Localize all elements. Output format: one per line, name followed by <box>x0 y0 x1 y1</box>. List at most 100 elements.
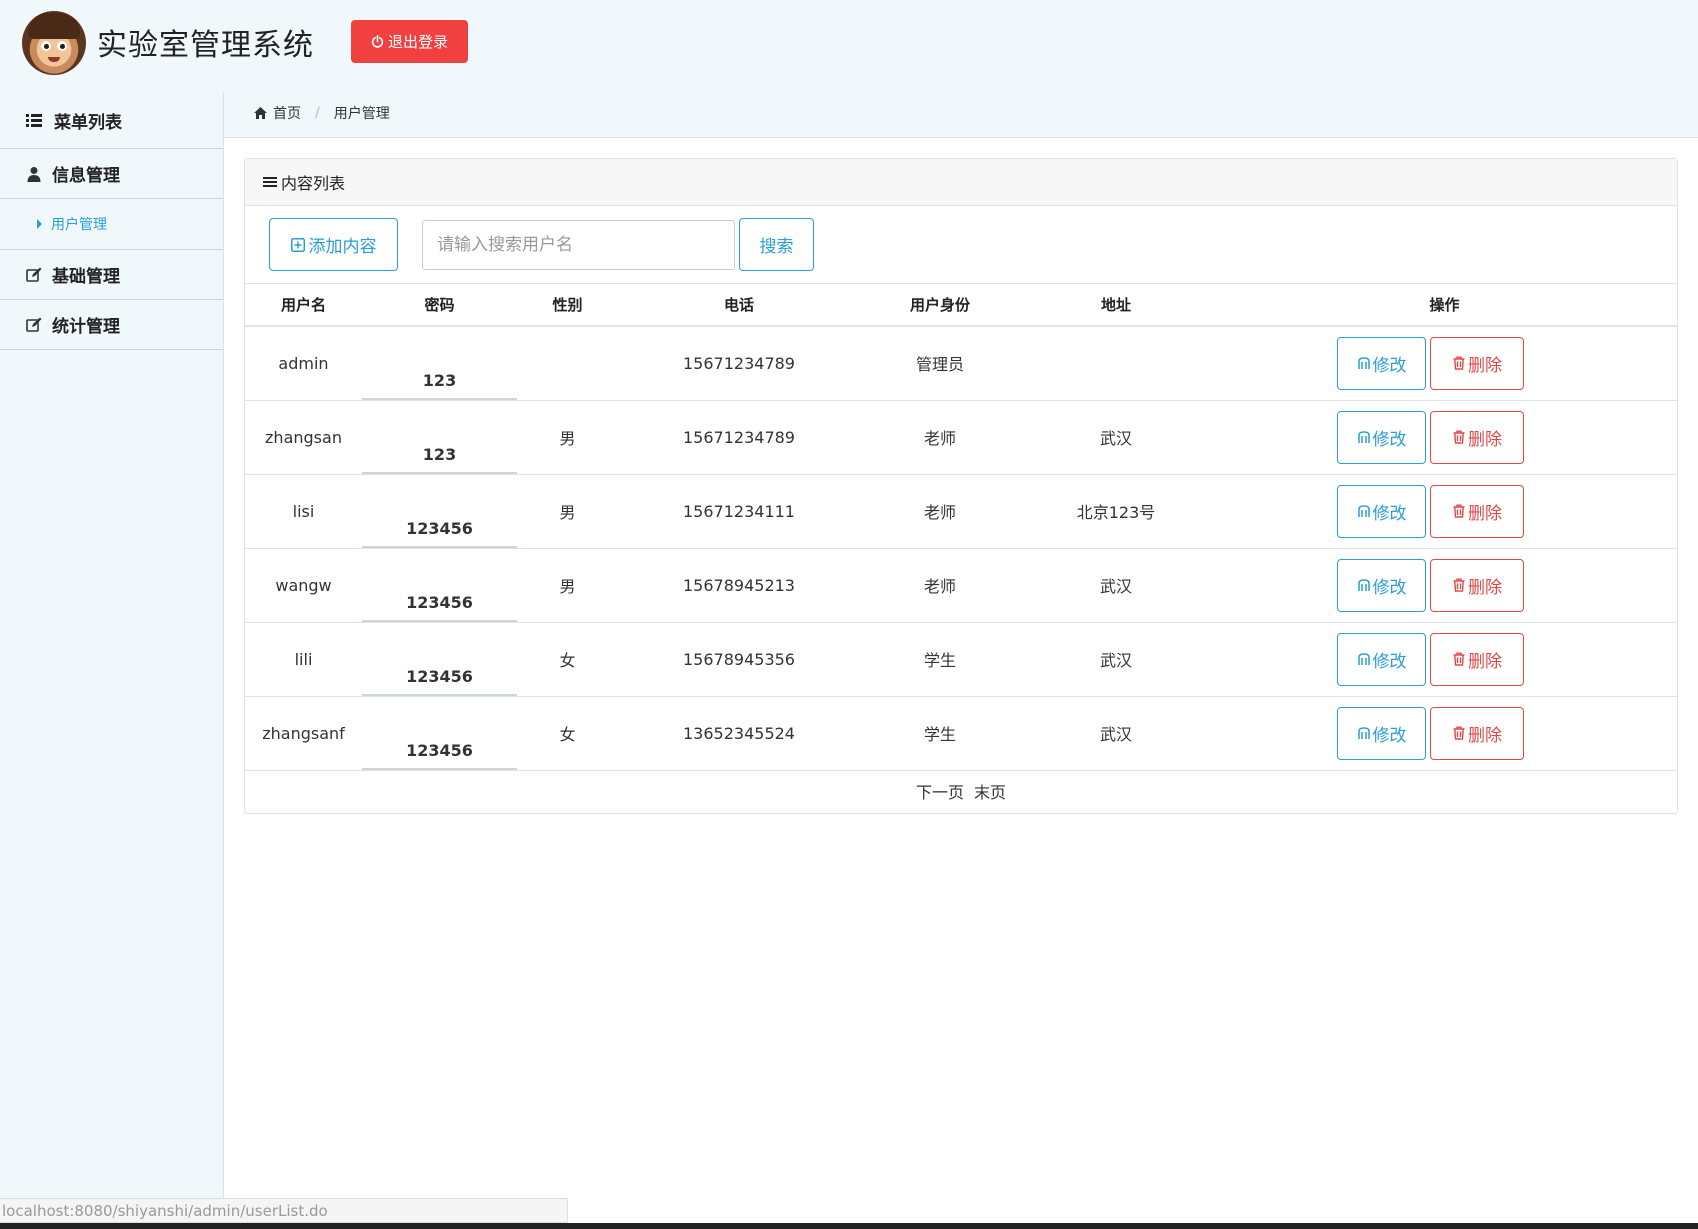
edit-button[interactable]: 修改 <box>1337 632 1426 686</box>
user-table: 用户名 密码 性别 电话 用户身份 地址 操作 admin 123 15671234… <box>245 284 1677 771</box>
window-bottom-edge <box>0 1223 1698 1229</box>
cell-phone: 15678945356 <box>618 622 860 697</box>
sidebar-item-label: 用户管理 <box>51 217 107 233</box>
cell-gender <box>517 326 618 401</box>
cell-address: 武汉 <box>1020 696 1212 771</box>
edit-icon <box>26 317 42 332</box>
cell-actions: 修改 删除 <box>1212 696 1677 771</box>
trash-icon <box>1453 578 1465 592</box>
edit-icon <box>1357 431 1370 443</box>
edit-icon <box>26 267 42 282</box>
column-header: 性别 <box>517 284 618 327</box>
sidebar-header-label: 菜单列表 <box>54 112 122 133</box>
column-header: 电话 <box>618 284 860 327</box>
breadcrumb-current: 用户管理 <box>333 106 390 122</box>
avatar <box>22 11 86 75</box>
caret-right-icon <box>37 219 42 229</box>
table-row: lisi 123456 男 15671234111 老师 北京123号 修改 删除 <box>245 474 1677 549</box>
edit-label: 修改 <box>1372 651 1407 672</box>
edit-button[interactable]: 修改 <box>1337 410 1426 464</box>
user-icon <box>27 166 41 182</box>
cell-username: zhangsanf <box>245 696 362 771</box>
sidebar-item-label: 信息管理 <box>52 166 120 186</box>
breadcrumb: 首页 / 用户管理 <box>254 103 390 123</box>
breadcrumb-home[interactable]: 首页 <box>273 103 301 123</box>
edit-label: 修改 <box>1372 503 1407 524</box>
sidebar-item-basic[interactable]: 基础管理 <box>0 250 223 300</box>
last-page-link[interactable]: 末页 <box>974 779 1006 803</box>
cell-gender: 男 <box>517 400 618 475</box>
edit-label: 修改 <box>1372 355 1407 376</box>
main-content: 内容列表 添加内容 搜索 用户名 密码 <box>224 137 1698 1229</box>
delete-label: 删除 <box>1468 503 1502 524</box>
table-row: lili 123456 女 15678945356 学生 武汉 修改 删除 <box>245 622 1677 697</box>
edit-label: 修改 <box>1372 429 1407 450</box>
table-row: admin 123 15671234789 管理员 修改 删除 <box>245 326 1677 401</box>
cell-role: 老师 <box>860 474 1020 549</box>
next-page-link[interactable]: 下一页 <box>916 779 964 803</box>
column-header: 用户名 <box>245 284 362 327</box>
cell-password: 123456 <box>362 696 517 771</box>
trash-icon <box>1453 430 1465 444</box>
pagination: 下一页 末页 <box>245 771 1677 812</box>
sidebar: 菜单列表 信息管理 用户管理 基础管理 统计管理 <box>0 92 224 1229</box>
cell-password: 123 <box>362 326 517 401</box>
search-button[interactable]: 搜索 <box>739 218 814 271</box>
cell-role: 管理员 <box>860 326 1020 401</box>
cell-username: admin <box>245 326 362 401</box>
delete-label: 删除 <box>1468 651 1502 672</box>
delete-button[interactable]: 删除 <box>1430 558 1524 612</box>
logout-button[interactable]: 退出登录 <box>351 20 468 63</box>
column-header: 操作 <box>1212 284 1677 327</box>
delete-button[interactable]: 删除 <box>1430 632 1524 686</box>
content-panel: 内容列表 添加内容 搜索 用户名 密码 <box>244 158 1678 814</box>
edit-button[interactable]: 修改 <box>1337 484 1426 538</box>
sidebar-item-info[interactable]: 信息管理 <box>0 149 223 199</box>
table-row: zhangsan 123 男 15671234789 老师 武汉 修改 删除 <box>245 400 1677 475</box>
cell-username: zhangsan <box>245 400 362 475</box>
home-icon <box>254 107 267 119</box>
cell-address <box>1020 326 1212 401</box>
delete-label: 删除 <box>1468 355 1502 376</box>
cell-password: 123456 <box>362 548 517 623</box>
delete-label: 删除 <box>1468 429 1502 450</box>
bars-icon <box>263 177 277 187</box>
list-icon <box>26 114 42 127</box>
table-header-row: 用户名 密码 性别 电话 用户身份 地址 操作 <box>245 284 1677 327</box>
search-input[interactable] <box>422 220 735 270</box>
breadcrumb-separator: / <box>315 105 320 121</box>
delete-label: 删除 <box>1468 725 1502 746</box>
panel-title: 内容列表 <box>281 174 346 193</box>
table-row: wangw 123456 男 15678945213 老师 武汉 修改 删除 <box>245 548 1677 623</box>
delete-button[interactable]: 删除 <box>1430 706 1524 760</box>
edit-button[interactable]: 修改 <box>1337 706 1426 760</box>
delete-button[interactable]: 删除 <box>1430 336 1524 390</box>
column-header: 地址 <box>1020 284 1212 327</box>
cell-phone: 13652345524 <box>618 696 860 771</box>
cell-address: 武汉 <box>1020 622 1212 697</box>
edit-label: 修改 <box>1372 577 1407 598</box>
sidebar-item-user-management[interactable]: 用户管理 <box>0 199 223 250</box>
trash-icon <box>1453 726 1465 740</box>
sidebar-item-stats[interactable]: 统计管理 <box>0 300 223 350</box>
edit-button[interactable]: 修改 <box>1337 336 1426 390</box>
toolbar: 添加内容 搜索 <box>245 206 1677 284</box>
cell-gender: 女 <box>517 696 618 771</box>
cell-address: 武汉 <box>1020 548 1212 623</box>
panel-header: 内容列表 <box>245 159 1677 206</box>
app-header: 实验室管理系统 退出登录 <box>0 0 1698 92</box>
sidebar-item-label: 基础管理 <box>52 267 120 287</box>
sidebar-item-label: 统计管理 <box>52 317 120 337</box>
edit-icon <box>1357 505 1370 517</box>
delete-button[interactable]: 删除 <box>1430 484 1524 538</box>
delete-button[interactable]: 删除 <box>1430 410 1524 464</box>
column-header: 密码 <box>362 284 517 327</box>
trash-icon <box>1453 356 1465 370</box>
add-content-button[interactable]: 添加内容 <box>269 218 398 271</box>
app-title: 实验室管理系统 <box>97 28 314 63</box>
sidebar-header: 菜单列表 <box>0 92 223 149</box>
cell-role: 学生 <box>860 622 1020 697</box>
edit-button[interactable]: 修改 <box>1337 558 1426 612</box>
cell-password: 123 <box>362 400 517 475</box>
cell-password: 123456 <box>362 622 517 697</box>
